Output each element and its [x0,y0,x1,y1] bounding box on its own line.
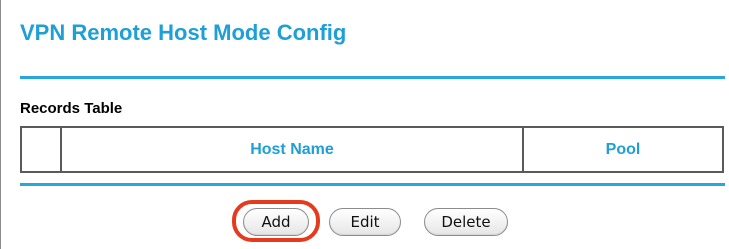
add-button[interactable]: Add [243,208,309,236]
records-table-label: Records Table [20,100,123,117]
edit-button[interactable]: Edit [329,208,401,236]
column-header-select [20,126,62,173]
column-header-host-name[interactable]: Host Name [60,126,524,173]
table-divider [20,183,725,186]
delete-button[interactable]: Delete [424,208,508,236]
records-table: Host Name Pool [20,126,724,173]
page-title: VPN Remote Host Mode Config [20,20,347,45]
title-divider [20,76,725,79]
records-table-header-row: Host Name Pool [20,126,724,173]
column-header-pool[interactable]: Pool [522,126,724,173]
